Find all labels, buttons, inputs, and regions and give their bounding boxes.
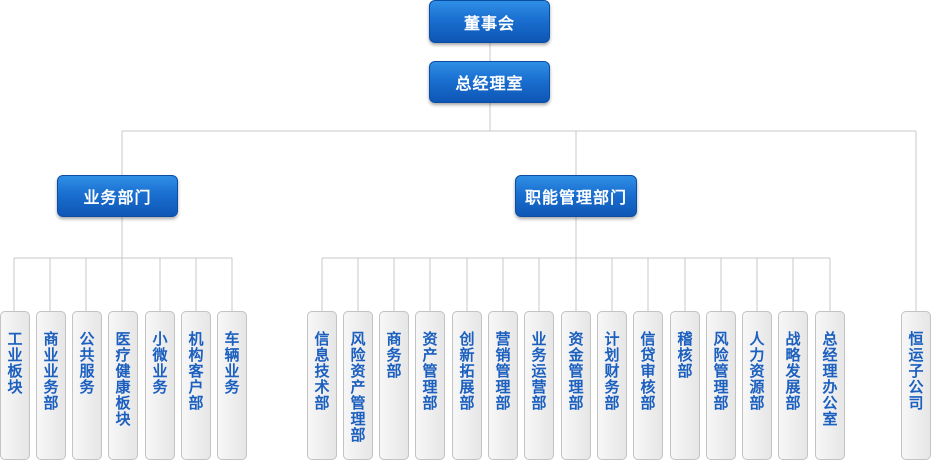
functional-unit-label: 创新拓展部 [457, 331, 476, 411]
business-unit-label: 机构客户部 [186, 331, 205, 411]
functional-division-node: 职能管理部门 [515, 175, 637, 217]
business-unit-label: 公共服务 [77, 331, 96, 395]
functional-unit-label: 商务部 [384, 331, 403, 379]
functional-unit: 人力资源部 [742, 311, 772, 460]
functional-unit: 资产管理部 [415, 311, 445, 460]
functional-unit: 商务部 [379, 311, 409, 460]
functional-unit-label: 风险管理部 [711, 331, 730, 411]
functional-unit-label: 信贷审核部 [638, 331, 657, 411]
functional-unit: 战略发展部 [778, 311, 808, 460]
functional-unit-label: 战略发展部 [783, 331, 802, 411]
functional-unit: 风险资产管理部 [343, 311, 373, 460]
functional-division-label: 职能管理部门 [524, 188, 627, 207]
board-label: 董事会 [463, 13, 515, 33]
functional-unit: 创新拓展部 [452, 311, 482, 460]
gm-office-node: 总经理室 [429, 61, 550, 103]
functional-unit-label: 风险资产管理部 [348, 331, 367, 443]
business-unit: 商业业务部 [36, 311, 66, 460]
business-unit-label: 工业板块 [5, 331, 24, 395]
functional-unit-label: 资产管理部 [420, 331, 439, 411]
subsidiary-unit-label: 恒运子公司 [906, 331, 925, 411]
functional-unit: 营销管理部 [488, 311, 518, 460]
business-unit: 工业板块 [0, 311, 30, 460]
functional-unit-label: 资金管理部 [566, 331, 585, 411]
business-unit-label: 小微业务 [150, 331, 169, 395]
functional-unit-label: 信息技术部 [312, 331, 331, 411]
functional-unit-label: 计划财务部 [602, 331, 621, 411]
business-unit: 车辆业务 [217, 311, 247, 460]
business-unit: 机构客户部 [181, 311, 211, 460]
functional-unit: 信贷审核部 [633, 311, 663, 460]
functional-unit-label: 业务运营部 [529, 331, 548, 411]
functional-unit: 风险管理部 [706, 311, 736, 460]
gm-office-label: 总经理室 [455, 74, 524, 93]
functional-unit-label: 人力资源部 [747, 331, 766, 411]
functional-unit: 稽核部 [670, 311, 700, 460]
functional-unit-label: 总经理办公室 [820, 331, 839, 427]
functional-unit-label: 营销管理部 [493, 331, 512, 411]
board-node: 董事会 [429, 0, 550, 43]
functional-unit-label: 稽核部 [675, 331, 694, 379]
business-unit-label: 商业业务部 [41, 331, 60, 411]
business-unit-label: 医疗健康板块 [113, 331, 132, 427]
business-unit: 公共服务 [72, 311, 102, 460]
functional-unit: 计划财务部 [597, 311, 627, 460]
functional-unit: 总经理办公室 [815, 311, 845, 460]
business-unit: 小微业务 [145, 311, 175, 460]
subsidiary-unit: 恒运子公司 [901, 311, 931, 460]
functional-unit: 业务运营部 [524, 311, 554, 460]
business-division-node: 业务部门 [57, 175, 178, 217]
functional-unit: 资金管理部 [561, 311, 591, 460]
business-unit: 医疗健康板块 [108, 311, 138, 460]
functional-unit: 信息技术部 [307, 311, 337, 460]
business-division-label: 业务部门 [83, 188, 152, 207]
business-unit-label: 车辆业务 [222, 331, 241, 395]
